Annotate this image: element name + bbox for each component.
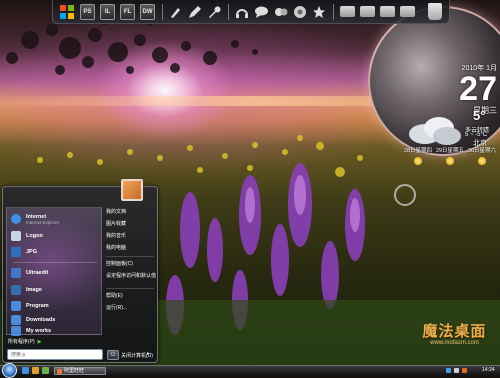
start-link-program-access[interactable]: 设定程序访问和默认值 xyxy=(106,273,156,279)
start-item-label: My works xyxy=(26,328,52,334)
chevron-right-icon[interactable]: ▸ xyxy=(147,350,150,357)
dock-separator xyxy=(162,3,163,20)
chrome-icon[interactable] xyxy=(293,4,307,20)
image-icon xyxy=(11,285,21,295)
start-link-computer[interactable]: 我的电脑 xyxy=(106,245,126,251)
brush-icon[interactable] xyxy=(169,4,183,20)
start-link-help[interactable]: 帮助(E) xyxy=(106,293,123,299)
watermark-title: 魔法桌面 xyxy=(422,322,487,340)
taskbar: 阿里旺旺 14:24 xyxy=(0,363,500,378)
desktop-icon[interactable] xyxy=(42,367,49,374)
forecast-day: 29日星期五 xyxy=(435,146,465,165)
start-item-my-works[interactable]: My works xyxy=(11,324,51,338)
start-item-label: Downloads xyxy=(26,317,56,323)
forecast-day: 30日星期六 xyxy=(467,146,497,165)
folder-icon[interactable] xyxy=(360,6,375,17)
start-search-input[interactable]: 搜索 ρ xyxy=(7,349,103,360)
start-menu-divider xyxy=(106,256,154,257)
power-icon[interactable]: ⏻ xyxy=(107,350,119,360)
top-dock: PS IL FL DW xyxy=(52,0,450,24)
weather-temperature: 5° xyxy=(473,108,486,123)
app-tray-icon[interactable] xyxy=(462,368,467,373)
all-programs-label: 所有程序(P) xyxy=(8,339,35,345)
folder-icon[interactable] xyxy=(32,367,39,374)
user-avatar[interactable] xyxy=(121,179,143,201)
start-item-sublabel: Internet Explorer xyxy=(26,219,60,225)
headphones-icon[interactable] xyxy=(235,4,249,20)
messenger-icon[interactable] xyxy=(274,4,288,20)
cloud-icon xyxy=(409,117,461,145)
recycle-bin-icon[interactable] xyxy=(428,3,442,20)
clock-day: 27 xyxy=(459,70,497,108)
flash-icon[interactable]: FL xyxy=(120,3,135,20)
sun-icon xyxy=(478,157,486,165)
quick-launch xyxy=(22,367,52,374)
ie-icon xyxy=(11,214,21,224)
folder-icon[interactable] xyxy=(380,6,395,17)
start-link-control-panel[interactable]: 控制面板(C) xyxy=(106,261,133,267)
start-menu-divider xyxy=(13,262,97,263)
start-item-image[interactable]: Image xyxy=(11,283,42,297)
folder-icon xyxy=(11,326,21,336)
windows-icon[interactable] xyxy=(59,4,75,20)
dock-separator xyxy=(333,3,334,20)
weather-forecast: 28日星期四 29日星期五 30日星期六 xyxy=(403,146,497,165)
dreamweaver-icon[interactable]: DW xyxy=(140,3,155,20)
chat-icon[interactable] xyxy=(254,4,269,20)
all-programs-button[interactable]: 所有程序(P) ▶ xyxy=(8,338,42,346)
forecast-day-label: 30日星期六 xyxy=(467,148,497,154)
forecast-day: 28日星期四 xyxy=(403,146,433,165)
start-menu: Internet Internet Explorer Logon JPG Ult… xyxy=(2,179,158,363)
start-link-music[interactable]: 我的音乐 xyxy=(106,233,126,239)
forecast-day-label: 29日星期五 xyxy=(435,148,465,154)
start-button[interactable] xyxy=(2,363,17,378)
start-menu-programs-pane: Internet Internet Explorer Logon JPG Ult… xyxy=(6,207,102,338)
folder-icon[interactable] xyxy=(340,6,355,17)
folder-icon[interactable] xyxy=(400,6,415,17)
ie-icon[interactable] xyxy=(22,367,29,374)
start-item-label: Image xyxy=(26,287,42,293)
wrench-icon[interactable] xyxy=(207,4,221,20)
clock-widget[interactable]: 2010年 1月 27 星期三 xyxy=(445,63,497,116)
start-link-pictures[interactable]: 图片收藏 xyxy=(106,221,126,227)
start-item-internet[interactable]: Internet Internet Explorer xyxy=(11,212,59,226)
start-menu-divider xyxy=(106,288,154,289)
sun-icon xyxy=(414,157,422,165)
start-item-label: Program xyxy=(26,303,49,309)
image-icon xyxy=(11,247,21,257)
folder-icon xyxy=(11,301,21,311)
forecast-day-label: 28日星期四 xyxy=(403,148,433,154)
system-tray xyxy=(446,368,470,373)
gear-icon[interactable] xyxy=(394,184,416,206)
volume-icon[interactable] xyxy=(454,368,459,373)
start-item-jpg[interactable]: JPG xyxy=(11,245,37,259)
start-item-label: JPG xyxy=(26,249,38,255)
start-item-logon[interactable]: Logon xyxy=(11,229,43,243)
photoshop-icon[interactable]: PS xyxy=(80,3,95,20)
illustrator-icon[interactable]: IL xyxy=(100,3,115,20)
network-icon[interactable] xyxy=(446,368,451,373)
star-icon[interactable] xyxy=(312,4,326,20)
watermark-logo: 魔法桌面 www.mofazm.com xyxy=(412,320,497,346)
start-item-program[interactable]: Program xyxy=(11,299,49,313)
start-link-run[interactable]: 运行(R)... xyxy=(106,305,127,311)
pen-icon[interactable] xyxy=(188,4,202,20)
start-item-ultraedit[interactable]: Ultraedit xyxy=(11,266,48,280)
arrow-right-icon: ▶ xyxy=(37,338,42,345)
start-item-label: Logon xyxy=(26,233,43,239)
task-button-label: 阿里旺旺 xyxy=(64,368,85,374)
task-button[interactable]: 阿里旺旺 xyxy=(54,367,106,375)
dock-separator xyxy=(228,3,229,20)
start-item-label: Ultraedit xyxy=(26,270,49,276)
taskbar-clock[interactable]: 14:24 xyxy=(482,367,495,373)
sun-icon xyxy=(446,157,454,165)
logon-icon xyxy=(11,231,21,241)
ultraedit-icon xyxy=(11,268,21,278)
start-link-documents[interactable]: 我的文档 xyxy=(106,209,126,215)
app-icon xyxy=(57,369,62,374)
